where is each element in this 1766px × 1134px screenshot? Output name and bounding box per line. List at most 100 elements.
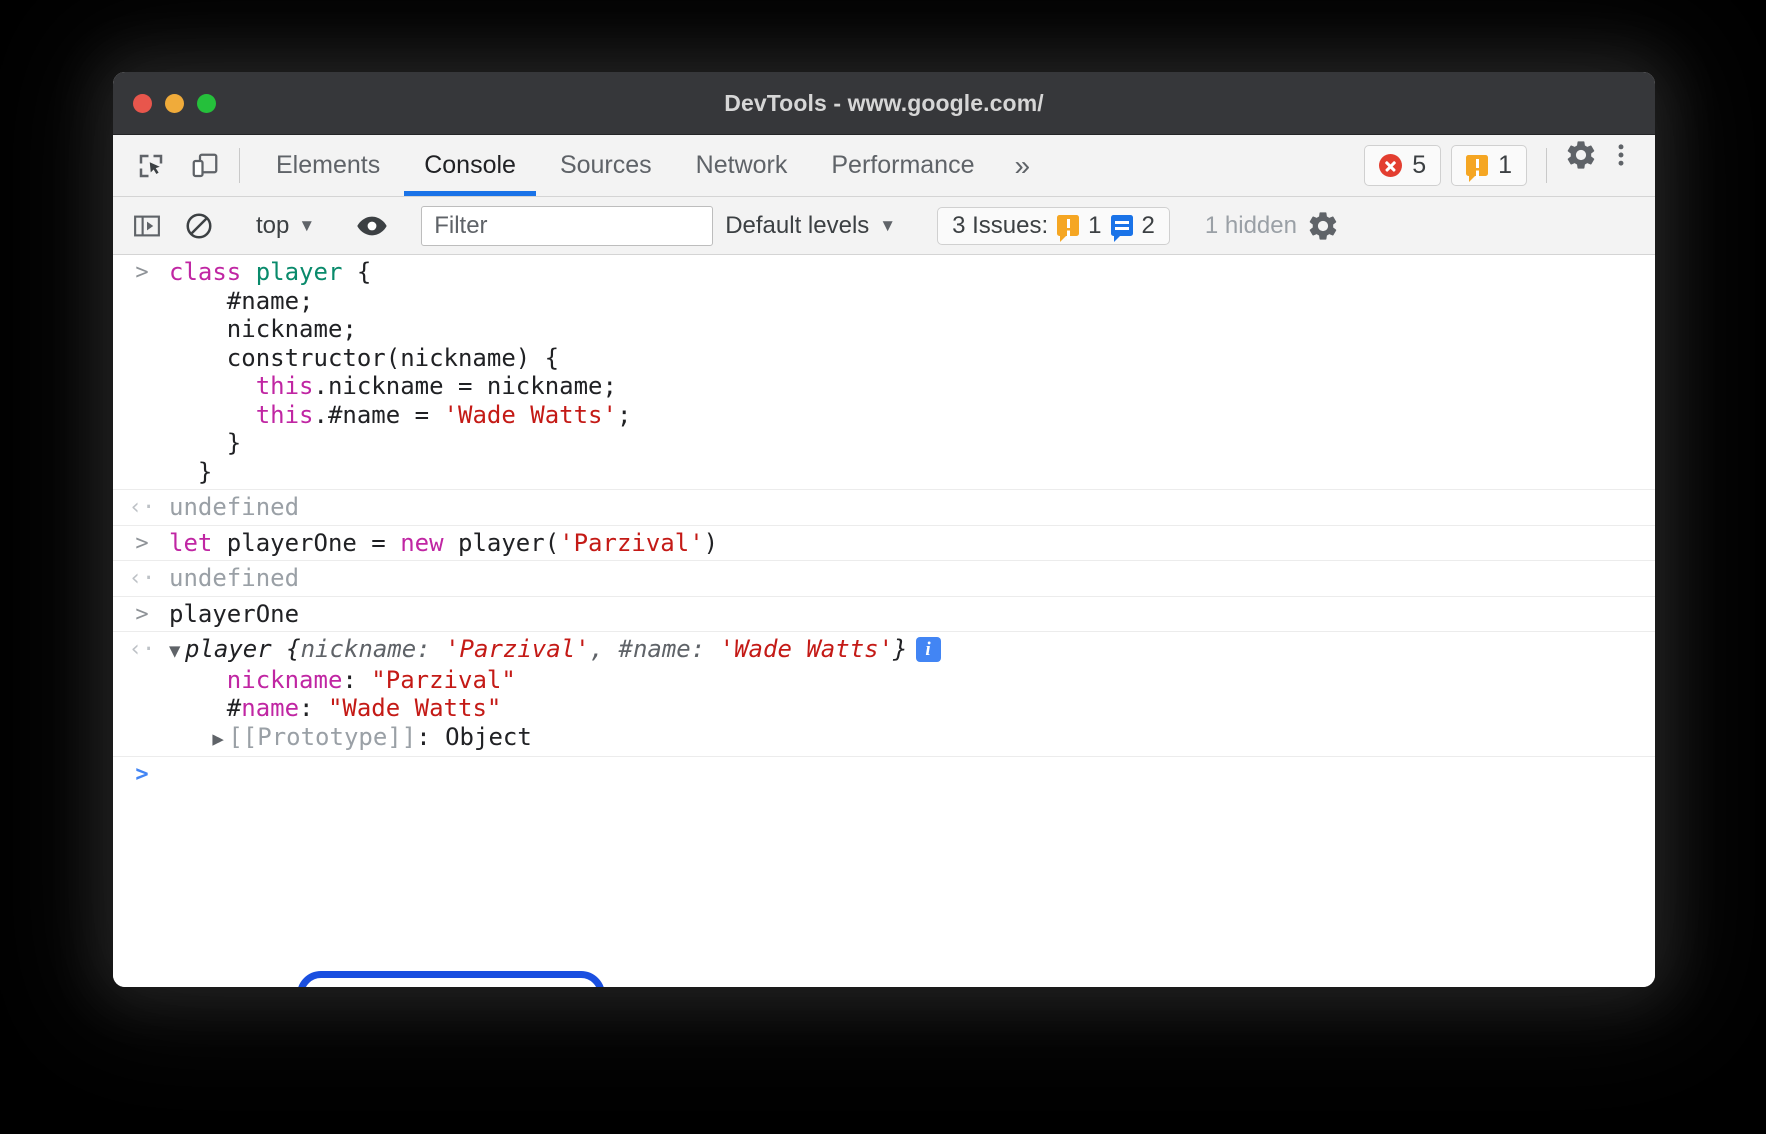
window-title: DevTools - www.google.com/ (113, 90, 1655, 117)
tabbar-divider (239, 148, 240, 183)
devtools-tabbar: Elements Console Sources Network Perform… (113, 135, 1655, 197)
object-preview-token: : (416, 635, 445, 663)
object-preview-token: #name (619, 635, 691, 663)
devtools-window: DevTools - www.google.com/ (113, 72, 1655, 987)
console-row-gutter: > (127, 530, 157, 559)
issues-warning-count: 1 (1088, 212, 1101, 240)
code-token: playerOne = (212, 529, 400, 557)
minimize-window-button[interactable] (165, 94, 184, 113)
property-key[interactable]: nickname (227, 666, 343, 694)
console-output-row[interactable]: ‹· undefined (113, 561, 1655, 597)
issues-badge[interactable]: 3 Issues: 1 2 (937, 207, 1170, 245)
execution-context-selector[interactable]: top ▼ (248, 212, 323, 240)
screenshot-stage: DevTools - www.google.com/ (0, 0, 1766, 1134)
console-object-output-row[interactable]: ‹·▼player {nickname: 'Parzival', #name: … (113, 632, 1655, 757)
console-input-row[interactable]: > playerOne (113, 597, 1655, 633)
hidden-messages-label: 1 hidden (1199, 212, 1303, 240)
object-output-content: ▼player {nickname: 'Parzival', #name: 'W… (113, 635, 1655, 753)
prototype-separator: : (416, 723, 445, 751)
console-row-gutter: > (127, 761, 157, 790)
error-count-badge[interactable]: 5 (1364, 145, 1441, 186)
tabbar-tool-icons (131, 135, 225, 196)
maximize-window-button[interactable] (197, 94, 216, 113)
code-token: let (169, 529, 212, 557)
log-levels-selector[interactable]: Default levels ▼ (713, 212, 908, 240)
property-separator: : (342, 666, 371, 694)
code-token: player (256, 258, 343, 286)
warning-icon-issues (1057, 215, 1079, 236)
property-value: "Wade Watts" (328, 694, 501, 722)
object-preview-close: } (893, 635, 907, 663)
console-input-row[interactable]: >let playerOne = new player('Parzival') (113, 526, 1655, 562)
close-window-button[interactable] (133, 94, 152, 113)
console-input-row[interactable]: >class player { #name; nickname; constru… (113, 255, 1655, 490)
console-row-content: playerOne (113, 600, 1655, 629)
code-token (169, 372, 256, 400)
code-token: constructor(nickname) { (169, 344, 559, 372)
code-token: undefined (169, 493, 299, 521)
object-preview-token: 'Parzival' (445, 635, 590, 663)
tab-sources[interactable]: Sources (538, 135, 674, 196)
object-preview-token: , (590, 635, 619, 663)
code-token: nickname; (169, 315, 357, 343)
code-token: player( (444, 529, 560, 557)
code-token: ) (704, 529, 718, 557)
execution-context-value: top (256, 212, 289, 240)
tab-elements[interactable]: Elements (254, 135, 402, 196)
inspect-element-icon[interactable] (131, 146, 171, 186)
code-token: .nickname = nickname; (314, 372, 617, 400)
property-key[interactable]: name (241, 694, 299, 722)
console-row-content: undefined (113, 564, 1655, 593)
console-prompt-row[interactable]: > (113, 757, 1655, 792)
tab-network[interactable]: Network (674, 135, 810, 196)
code-token: this (256, 372, 314, 400)
console-message-list[interactable]: >class player { #name; nickname; constru… (113, 255, 1655, 987)
highlight-annotation (297, 971, 605, 987)
console-row-gutter: > (127, 601, 157, 630)
console-row-gutter: > (127, 259, 157, 288)
console-row-content: class player { #name; nickname; construc… (113, 258, 1655, 486)
code-token: class (169, 258, 256, 286)
chevron-down-icon-levels: ▼ (879, 216, 896, 236)
console-row-gutter: ‹· (127, 494, 157, 523)
code-token: this (256, 401, 314, 429)
object-preview-token: : (691, 635, 720, 663)
code-token: undefined (169, 564, 299, 592)
tabbar-spacer (1048, 135, 1359, 196)
console-row-gutter: ‹· (127, 565, 157, 594)
filter-input[interactable] (421, 206, 713, 246)
code-token: new (400, 529, 443, 557)
warning-count-value: 1 (1498, 151, 1512, 180)
code-token: playerOne (169, 600, 299, 628)
issues-label: 3 Issues: (952, 212, 1048, 240)
warning-count-badge[interactable]: 1 (1451, 145, 1527, 186)
property-value: "Parzival" (371, 666, 516, 694)
disclosure-triangle-expanded-icon[interactable]: ▼ (169, 637, 185, 666)
info-badge-icon[interactable]: i (916, 637, 941, 662)
console-prompt-input[interactable] (113, 760, 1655, 789)
window-controls[interactable] (133, 72, 216, 134)
code-token: } (169, 458, 212, 486)
create-live-expression-icon[interactable] (352, 206, 392, 246)
error-icon (1379, 154, 1402, 177)
tab-console[interactable]: Console (402, 135, 538, 196)
gear-icon[interactable] (1561, 135, 1601, 175)
warning-icon (1466, 155, 1488, 176)
prototype-value: Object (445, 723, 532, 751)
more-tabs-icon[interactable]: » (996, 135, 1048, 196)
console-rows: >class player { #name; nickname; constru… (113, 255, 1655, 792)
device-toolbar-icon[interactable] (185, 146, 225, 186)
clear-console-icon[interactable] (179, 206, 219, 246)
console-row-content: undefined (113, 493, 1655, 522)
console-output-row[interactable]: ‹· undefined (113, 490, 1655, 526)
disclosure-triangle-collapsed-icon[interactable]: ▶ (212, 725, 228, 754)
console-settings-gear-icon[interactable] (1303, 206, 1343, 246)
log-levels-label: Default levels (725, 212, 869, 240)
kebab-menu-icon[interactable] (1601, 135, 1641, 175)
property-separator: : (299, 694, 328, 722)
tab-performance[interactable]: Performance (809, 135, 996, 196)
prototype-label: [[Prototype]] (228, 723, 416, 751)
console-row-content: let playerOne = new player('Parzival') (113, 529, 1655, 558)
code-token (169, 401, 256, 429)
show-console-sidebar-icon[interactable] (127, 206, 167, 246)
